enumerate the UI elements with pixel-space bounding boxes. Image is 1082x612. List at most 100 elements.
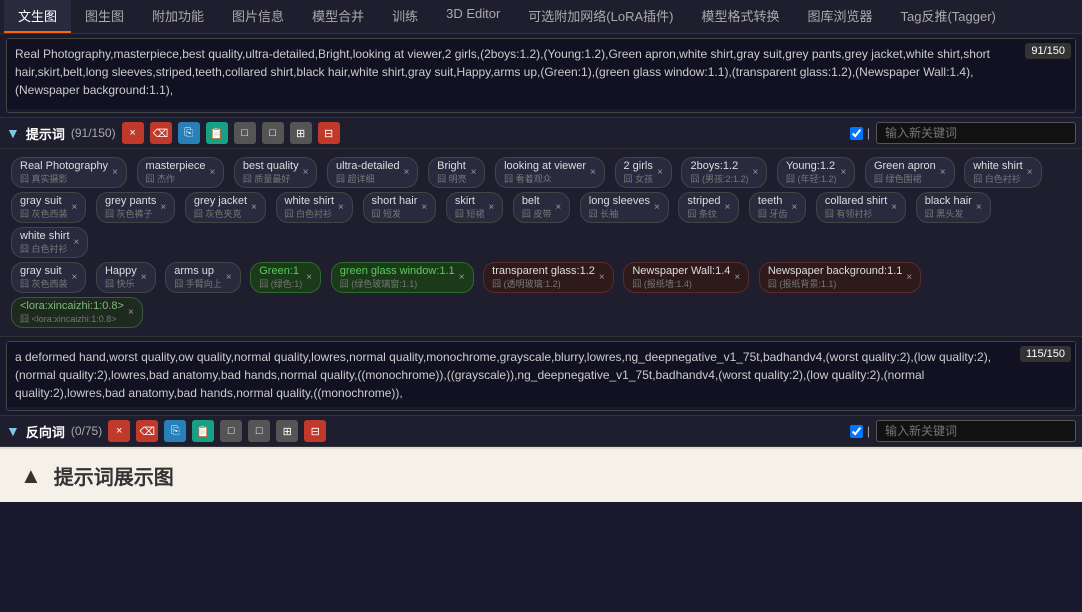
tag-looking-at-viewer[interactable]: looking at viewer囧 看着观众 × (495, 157, 605, 188)
tab-image-info[interactable]: 图片信息 (218, 0, 298, 33)
delete-positive-button[interactable]: ⌫ (150, 122, 172, 144)
tab-text-to-image[interactable]: 文生图 (4, 0, 71, 33)
tag-close-icon[interactable]: × (251, 202, 257, 213)
toggle-positive-1[interactable]: □ (234, 122, 256, 144)
tag-collared-shirt[interactable]: collared shirt囧 有领衬衫 × (816, 192, 906, 223)
tag-gray-suit-1[interactable]: gray suit囧 灰色西装 × (11, 192, 86, 223)
tab-extra-features[interactable]: 附加功能 (138, 0, 218, 33)
tag-gray-suit-2[interactable]: gray suit囧 灰色西装 × (11, 262, 86, 293)
tag-close-icon[interactable]: × (976, 202, 982, 213)
tag-close-icon[interactable]: × (209, 167, 215, 178)
tag-bright[interactable]: Bright囧 明亮 × (428, 157, 485, 188)
tag-close-icon[interactable]: × (72, 202, 78, 213)
tag-close-icon[interactable]: × (906, 272, 912, 283)
delete-negative-button[interactable]: ⌫ (136, 420, 158, 442)
clear-positive-button[interactable]: × (122, 122, 144, 144)
tag-grey-pants[interactable]: grey pants囧 灰色裤子 × (96, 192, 175, 223)
tag-close-icon[interactable]: × (112, 167, 118, 178)
tag-real-photography[interactable]: Real Photography囧 真实摄影 × (11, 157, 127, 188)
tag-skirt[interactable]: skirt囧 短裙 × (446, 192, 503, 223)
tag-close-icon[interactable]: × (657, 167, 663, 178)
tag-close-icon[interactable]: × (128, 307, 134, 318)
tag-white-shirt-1[interactable]: white shirt囧 白色衬衫 × (964, 157, 1041, 188)
positive-keyword-input[interactable] (876, 122, 1076, 144)
extra-negative-1[interactable]: ⊞ (276, 420, 298, 442)
tag-close-icon[interactable]: × (724, 202, 730, 213)
tag-close-icon[interactable]: × (753, 167, 759, 178)
tag-close-icon[interactable]: × (141, 272, 147, 283)
tag-white-shirt-2[interactable]: white shirt囧 白色衬衫 × (276, 192, 353, 223)
negative-checkbox[interactable] (850, 425, 863, 438)
negative-prompt-textarea[interactable] (7, 342, 1075, 407)
tag-arms-up[interactable]: arms up囧 手臂向上 × (165, 262, 240, 293)
tag-ultra-detailed[interactable]: ultra-detailed囧 超详细 × (327, 157, 418, 188)
tab-lora-plugin[interactable]: 可选附加网络(LoRA插件) (514, 0, 687, 33)
extra-negative-2[interactable]: ⊟ (304, 420, 326, 442)
tag-2boys[interactable]: 2boys:1.2囧 (男孩:2:1.2) × (681, 157, 767, 188)
tag-close-icon[interactable]: × (303, 167, 309, 178)
paste-positive-button[interactable]: 📋 (206, 122, 228, 144)
tab-image-to-image[interactable]: 图生图 (71, 0, 138, 33)
toggle-negative-1[interactable]: □ (220, 420, 242, 442)
tag-transparent-glass[interactable]: transparent glass:1.2囧 (透明玻璃:1.2) × (483, 262, 614, 293)
tag-white-shirt-3[interactable]: white shirt囧 白色衬衫 × (11, 227, 88, 258)
tag-close-icon[interactable]: × (74, 237, 80, 248)
tag-close-icon[interactable]: × (421, 202, 427, 213)
tab-model-merge[interactable]: 模型合并 (298, 0, 378, 33)
tab-3d-editor[interactable]: 3D Editor (432, 0, 514, 33)
tab-training[interactable]: 训练 (378, 0, 432, 33)
toggle-positive-2[interactable]: □ (262, 122, 284, 144)
tag-green-apron[interactable]: Green apron囧 绿色围裙 × (865, 157, 955, 188)
clear-negative-button[interactable]: × (108, 420, 130, 442)
tag-young[interactable]: Young:1.2囧 (年轻:1.2) × (777, 157, 855, 188)
tag-green-glass-window[interactable]: green glass window:1.1囧 (绿色玻璃窗:1.1) × (331, 262, 474, 293)
tag-close-icon[interactable]: × (338, 202, 344, 213)
tag-lora-xincaizhi[interactable]: <lora:xincaizhi:1:0.8>囧 <lora:xincaizhi:… (11, 297, 143, 328)
tag-masterpiece[interactable]: masterpiece囧 杰作 × (137, 157, 225, 188)
tag-close-icon[interactable]: × (734, 272, 740, 283)
tag-close-icon[interactable]: × (1027, 167, 1033, 178)
tag-striped[interactable]: striped囧 条纹 × (678, 192, 739, 223)
tag-long-sleeves[interactable]: long sleeves囧 长袖 × (580, 192, 669, 223)
tab-gallery-browser[interactable]: 图库浏览器 (794, 0, 887, 33)
tag-close-icon[interactable]: × (791, 202, 797, 213)
tag-close-icon[interactable]: × (488, 202, 494, 213)
tag-close-icon[interactable]: × (891, 202, 897, 213)
tag-happy[interactable]: Happy囧 快乐 × (96, 262, 156, 293)
extra-positive-2[interactable]: ⊟ (318, 122, 340, 144)
tag-belt[interactable]: belt囧 皮带 × (513, 192, 570, 223)
positive-checkbox[interactable] (850, 127, 863, 140)
tag-green-1[interactable]: Green:1囧 (绿色:1) × (250, 262, 321, 293)
tag-2girls[interactable]: 2 girls囧 女孩 × (615, 157, 672, 188)
tag-close-icon[interactable]: × (404, 167, 410, 178)
tag-close-icon[interactable]: × (555, 202, 561, 213)
tag-close-icon[interactable]: × (160, 202, 166, 213)
tag-close-icon[interactable]: × (940, 167, 946, 178)
tag-newspaper-background[interactable]: Newspaper background:1.1囧 (报纸背景:1.1) × (759, 262, 921, 293)
extra-positive-1[interactable]: ⊞ (290, 122, 312, 144)
tag-close-icon[interactable]: × (590, 167, 596, 178)
tag-grey-jacket[interactable]: grey jacket囧 灰色夹克 × (185, 192, 266, 223)
negative-section-count: (0/75) (71, 424, 102, 438)
tag-short-hair[interactable]: short hair囧 短发 × (363, 192, 437, 223)
tag-newspaper-wall[interactable]: Newspaper Wall:1.4囧 (报纸墙:1.4) × (623, 262, 749, 293)
copy-negative-button[interactable]: ⎘ (164, 420, 186, 442)
tag-close-icon[interactable]: × (306, 272, 312, 283)
tag-close-icon[interactable]: × (840, 167, 846, 178)
paste-negative-button[interactable]: 📋 (192, 420, 214, 442)
tag-close-icon[interactable]: × (226, 272, 232, 283)
negative-keyword-input[interactable] (876, 420, 1076, 442)
tag-close-icon[interactable]: × (72, 272, 78, 283)
tag-close-icon[interactable]: × (654, 202, 660, 213)
toggle-negative-2[interactable]: □ (248, 420, 270, 442)
tag-close-icon[interactable]: × (599, 272, 605, 283)
tab-model-convert[interactable]: 模型格式转换 (687, 0, 793, 33)
positive-prompt-textarea[interactable] (7, 39, 1075, 109)
tag-close-icon[interactable]: × (471, 167, 477, 178)
tag-black-hair[interactable]: black hair囧 黑头发 × (916, 192, 991, 223)
tag-close-icon[interactable]: × (459, 272, 465, 283)
tab-tagger[interactable]: Tag反推(Tagger) (887, 0, 1010, 33)
tag-teeth[interactable]: teeth囧 牙齿 × (749, 192, 806, 223)
copy-positive-button[interactable]: ⎘ (178, 122, 200, 144)
tag-best-quality[interactable]: best quality囧 质量最好 × (234, 157, 318, 188)
